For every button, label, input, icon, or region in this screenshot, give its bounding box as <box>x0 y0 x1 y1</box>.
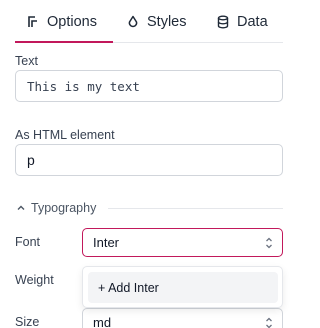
tab-data-label: Data <box>237 13 268 30</box>
active-tab-indicator <box>15 41 113 43</box>
html-element-input-value: p <box>27 152 35 168</box>
tab-styles-label: Styles <box>147 13 187 30</box>
html-element-input[interactable]: p <box>15 144 283 176</box>
chevron-up-down-icon <box>264 316 274 328</box>
tab-data[interactable]: Data <box>215 0 268 43</box>
text-input-value: This is my text <box>27 78 140 94</box>
font-select[interactable]: Inter <box>82 228 283 257</box>
tab-styles[interactable]: Styles <box>125 0 187 43</box>
size-select-value: md <box>93 315 112 328</box>
droplet-icon <box>125 14 141 30</box>
typography-section-title: Typography <box>31 201 97 215</box>
properties-panel: Options Styles Data Text This is my text… <box>0 0 306 328</box>
text-field-label: Text <box>15 54 38 68</box>
add-font-option[interactable]: + Add Inter <box>88 272 278 303</box>
size-label: Size <box>15 315 40 328</box>
tab-bar: Options Styles Data <box>15 0 283 43</box>
section-divider <box>108 207 283 209</box>
weight-label: Weight <box>15 273 54 287</box>
tab-options[interactable]: Options <box>25 0 97 43</box>
font-select-value: Inter <box>93 235 120 250</box>
font-label: Font <box>15 235 41 249</box>
html-element-label: As HTML element <box>15 128 115 142</box>
chevron-up-icon <box>15 202 27 214</box>
font-dropdown-menu: + Add Inter <box>82 266 283 308</box>
size-select[interactable]: md <box>82 308 283 328</box>
typography-section-header[interactable]: Typography <box>15 198 283 218</box>
chevron-up-down-icon <box>264 236 274 250</box>
tab-options-label: Options <box>47 13 97 30</box>
database-icon <box>215 14 231 30</box>
text-input[interactable]: This is my text <box>15 70 283 102</box>
sliders-icon <box>25 14 41 30</box>
